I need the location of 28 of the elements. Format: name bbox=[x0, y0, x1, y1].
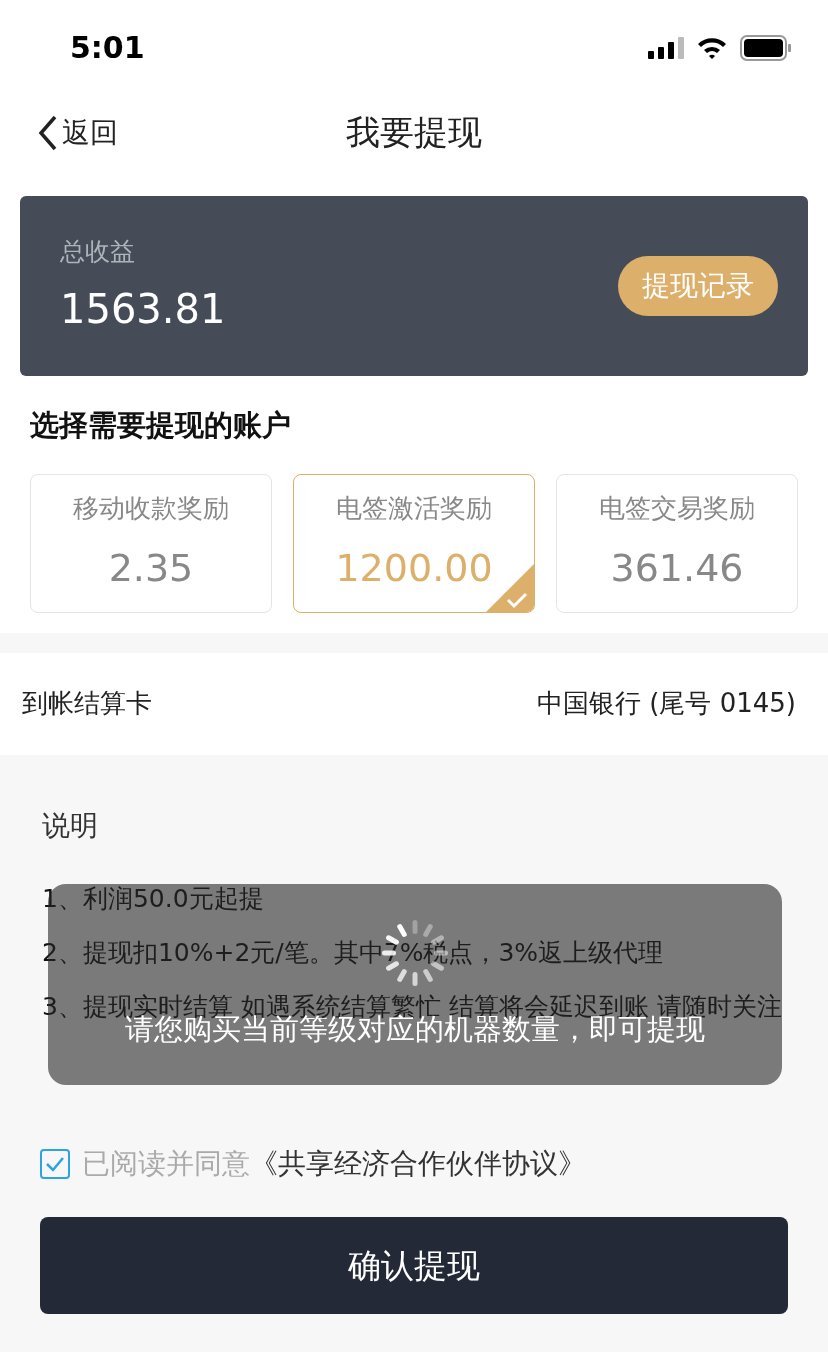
settlement-label: 到帐结算卡 bbox=[22, 687, 152, 720]
confirm-button[interactable]: 确认提现 bbox=[40, 1217, 788, 1314]
account-amount: 1200.00 bbox=[335, 545, 493, 592]
agreement-text: 已阅读并同意 bbox=[82, 1147, 250, 1180]
account-name: 电签激活奖励 bbox=[336, 492, 492, 525]
settlement-row[interactable]: 到帐结算卡 中国银行 (尾号 0145) bbox=[0, 652, 828, 755]
account-card[interactable]: 电签交易奖励 361.46 bbox=[556, 473, 798, 613]
account-name: 移动收款奖励 bbox=[73, 492, 229, 525]
account-card[interactable]: 电签激活奖励 1200.00 bbox=[293, 473, 535, 613]
agreement-checkbox[interactable] bbox=[40, 1149, 70, 1179]
back-chevron-icon bbox=[38, 114, 58, 151]
checkmark-icon bbox=[45, 1156, 65, 1172]
notes-title: 说明 bbox=[42, 807, 99, 844]
back-button[interactable]: 返回 bbox=[38, 111, 118, 154]
earnings-amount: 1563.81 bbox=[60, 284, 226, 334]
signal-icon bbox=[648, 36, 684, 59]
account-name: 电签交易奖励 bbox=[599, 492, 755, 525]
section-title: 选择需要提现的账户 bbox=[29, 407, 292, 444]
status-time: 5:01 bbox=[70, 29, 145, 67]
wifi-icon bbox=[696, 35, 728, 60]
agreement-link[interactable]: 《共享经济合作伙伴协议》 bbox=[250, 1147, 586, 1180]
settlement-account-text: 中国银行 (尾号 0145) bbox=[537, 687, 796, 720]
account-card[interactable]: 移动收款奖励 2.35 bbox=[30, 473, 272, 613]
page-title: 我要提现 bbox=[346, 111, 482, 154]
account-amount: 361.46 bbox=[610, 545, 744, 592]
battery-icon bbox=[740, 34, 792, 61]
account-amount: 2.35 bbox=[108, 545, 194, 592]
earnings-label: 总收益 bbox=[60, 236, 136, 269]
